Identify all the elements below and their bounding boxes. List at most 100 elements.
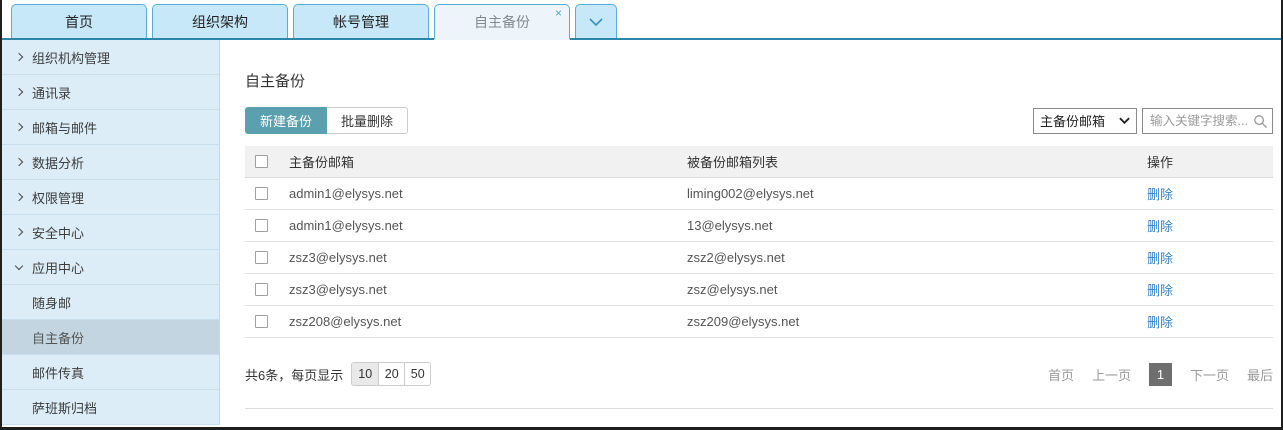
sidebar-item-org-management[interactable]: 组织机构管理 xyxy=(2,40,219,75)
delete-link[interactable]: 删除 xyxy=(1147,187,1173,202)
row-checkbox[interactable] xyxy=(255,315,268,328)
first-page-link[interactable]: 首页 xyxy=(1048,365,1074,384)
primary-mailbox-cell: zsz3@elysys.net xyxy=(287,250,687,265)
sidebar-item-label: 邮箱与邮件 xyxy=(32,118,97,137)
sidebar-item-data-analysis[interactable]: 数据分析 xyxy=(2,145,219,180)
last-page-link[interactable]: 最后 xyxy=(1247,365,1273,384)
tab-account-management[interactable]: 帐号管理 xyxy=(293,4,429,38)
backed-mailbox-cell: liming002@elysys.net xyxy=(687,186,1147,201)
tab-self-backup[interactable]: 自主备份 × xyxy=(434,4,570,40)
search-field-select[interactable]: 主备份邮箱 xyxy=(1033,108,1137,134)
tab-home-label: 首页 xyxy=(65,12,93,32)
sidebar-item-label: 组织机构管理 xyxy=(32,48,110,67)
delete-link[interactable]: 删除 xyxy=(1147,219,1173,234)
record-count-summary: 共6条，每页显示 xyxy=(245,365,343,384)
current-page[interactable]: 1 xyxy=(1149,363,1172,386)
primary-mailbox-cell: admin1@elysys.net xyxy=(287,186,687,201)
page-size-50[interactable]: 50 xyxy=(404,363,430,385)
sidebar-item-security-center[interactable]: 安全中心 xyxy=(2,215,219,250)
table-row: admin1@elysys.net 13@elysys.net 删除 xyxy=(245,210,1273,242)
search-field-select-value: 主备份邮箱 xyxy=(1040,111,1105,130)
sidebar-item-contacts[interactable]: 通讯录 xyxy=(2,75,219,110)
section-divider xyxy=(245,408,1273,409)
table-row: admin1@elysys.net liming002@elysys.net 删… xyxy=(245,178,1273,210)
sidebar-item-label: 萨班斯归档 xyxy=(32,398,97,417)
top-tab-bar: 首页 组织架构 帐号管理 自主备份 × xyxy=(2,0,1281,40)
backed-mailbox-cell: zsz@elysys.net xyxy=(687,282,1147,297)
header-backed-mailbox-list: 被备份邮箱列表 xyxy=(687,152,1147,171)
primary-mailbox-cell: zsz3@elysys.net xyxy=(287,282,687,297)
sidebar-item-mail-fax[interactable]: 邮件传真 xyxy=(2,355,219,390)
new-backup-button[interactable]: 新建备份 xyxy=(245,107,327,134)
row-checkbox[interactable] xyxy=(255,283,268,296)
app-window: 首页 组织架构 帐号管理 自主备份 × 组织机构管理 通讯录 邮箱与 xyxy=(0,0,1283,430)
tab-overflow-button[interactable] xyxy=(575,4,617,38)
filter-controls: 主备份邮箱 xyxy=(1033,108,1273,134)
tab-org-structure-label: 组织架构 xyxy=(192,12,248,32)
header-action: 操作 xyxy=(1147,152,1273,171)
backup-table: 主备份邮箱 被备份邮箱列表 操作 admin1@elysys.net limin… xyxy=(245,146,1273,338)
sidebar-item-label: 随身邮 xyxy=(32,293,71,312)
select-all-checkbox[interactable] xyxy=(255,155,268,168)
sidebar-item-label: 数据分析 xyxy=(32,153,84,172)
prev-page-link[interactable]: 上一页 xyxy=(1092,365,1131,384)
pagination: 共6条，每页显示 10 20 50 首页 上一页 1 下一页 最后 xyxy=(245,362,1273,386)
sidebar-item-self-backup[interactable]: 自主备份 xyxy=(2,320,219,355)
page-size-group: 10 20 50 xyxy=(351,362,431,386)
row-checkbox[interactable] xyxy=(255,251,268,264)
delete-link[interactable]: 删除 xyxy=(1147,251,1173,266)
page-size-20[interactable]: 20 xyxy=(378,363,404,385)
sidebar-nav: 组织机构管理 通讯录 邮箱与邮件 数据分析 权限管理 安全中心 应用中心 随身邮 xyxy=(2,40,220,425)
table-row: zsz3@elysys.net zsz@elysys.net 删除 xyxy=(245,274,1273,306)
row-checkbox[interactable] xyxy=(255,187,268,200)
sidebar-item-label: 自主备份 xyxy=(32,328,84,347)
page-title: 自主备份 xyxy=(245,70,1273,91)
chevron-right-icon xyxy=(16,54,32,60)
toolbar: 新建备份 批量删除 主备份邮箱 xyxy=(245,107,1273,134)
chevron-down-icon xyxy=(16,266,32,269)
page-size-10[interactable]: 10 xyxy=(352,363,378,385)
row-checkbox[interactable] xyxy=(255,219,268,232)
search-box xyxy=(1142,108,1273,134)
next-page-link[interactable]: 下一页 xyxy=(1190,365,1229,384)
backed-mailbox-cell: 13@elysys.net xyxy=(687,218,1147,233)
main-content: 自主备份 新建备份 批量删除 主备份邮箱 xyxy=(221,40,1283,425)
sidebar-item-label: 权限管理 xyxy=(32,188,84,207)
sidebar-item-label: 应用中心 xyxy=(32,258,84,277)
close-icon[interactable]: × xyxy=(555,8,562,18)
search-icon[interactable] xyxy=(1253,114,1268,129)
sidebar-item-label: 安全中心 xyxy=(32,223,84,242)
sidebar-item-label: 通讯录 xyxy=(32,83,71,102)
chevron-down-icon xyxy=(1119,117,1130,124)
tab-account-management-label: 帐号管理 xyxy=(333,12,389,32)
batch-delete-button[interactable]: 批量删除 xyxy=(327,107,408,134)
sidebar-item-label: 邮件传真 xyxy=(32,363,84,382)
header-primary-mailbox: 主备份邮箱 xyxy=(287,152,687,171)
tab-home[interactable]: 首页 xyxy=(11,4,147,38)
sidebar-item-permissions[interactable]: 权限管理 xyxy=(2,180,219,215)
backed-mailbox-cell: zsz209@elysys.net xyxy=(687,314,1147,329)
primary-mailbox-cell: zsz208@elysys.net xyxy=(287,314,687,329)
delete-link[interactable]: 删除 xyxy=(1147,315,1173,330)
page-nav: 首页 上一页 1 下一页 最后 xyxy=(1030,363,1273,386)
header-checkbox-cell xyxy=(245,155,287,168)
chevron-right-icon xyxy=(16,124,32,130)
sidebar-item-mobile-mail[interactable]: 随身邮 xyxy=(2,285,219,320)
chevron-down-icon xyxy=(589,18,603,26)
table-header-row: 主备份邮箱 被备份邮箱列表 操作 xyxy=(245,146,1273,178)
chevron-right-icon xyxy=(16,159,32,165)
sidebar-item-sox-archive[interactable]: 萨班斯归档 xyxy=(2,390,219,425)
tab-self-backup-label: 自主备份 xyxy=(474,12,530,32)
sidebar-item-mailbox-mail[interactable]: 邮箱与邮件 xyxy=(2,110,219,145)
page-size-area: 共6条，每页显示 10 20 50 xyxy=(245,362,431,386)
tab-org-structure[interactable]: 组织架构 xyxy=(152,4,288,38)
backed-mailbox-cell: zsz2@elysys.net xyxy=(687,250,1147,265)
table-row: zsz3@elysys.net zsz2@elysys.net 删除 xyxy=(245,242,1273,274)
delete-link[interactable]: 删除 xyxy=(1147,283,1173,298)
chevron-right-icon xyxy=(16,89,32,95)
chevron-right-icon xyxy=(16,229,32,235)
toolbar-button-group: 新建备份 批量删除 xyxy=(245,107,408,134)
primary-mailbox-cell: admin1@elysys.net xyxy=(287,218,687,233)
sidebar-item-app-center[interactable]: 应用中心 xyxy=(2,250,219,285)
chevron-right-icon xyxy=(16,194,32,200)
